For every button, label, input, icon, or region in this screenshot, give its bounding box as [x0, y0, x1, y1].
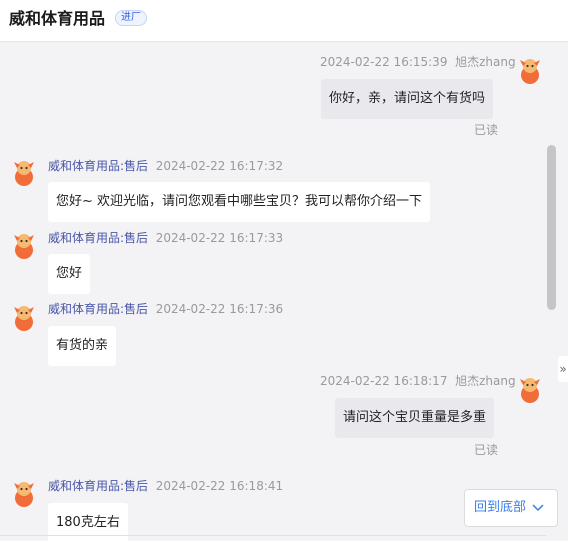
message-bubble[interactable]: 您好 [48, 254, 91, 294]
message-time: 2024-02-22 16:18:17 [320, 374, 448, 388]
message-list[interactable]: 2024-02-22 16:15:39 旭杰zhang 你好，亲，请问这个有货吗… [0, 43, 568, 541]
message-bubble[interactable]: 有货的亲 [48, 326, 117, 366]
user-avatar[interactable] [515, 373, 545, 403]
message-meta: 威和体育用品:售后 2024-02-22 16:17:36 [48, 301, 283, 317]
shop-avatar[interactable] [9, 477, 39, 507]
user-avatar-icon [520, 59, 540, 84]
shop-avatar[interactable] [9, 301, 39, 331]
shop-avatar-icon [14, 161, 34, 186]
double-chevron-right-icon: » [559, 362, 567, 376]
user-avatar-icon [520, 378, 540, 403]
message-sender: 旭杰zhang [455, 55, 516, 69]
shop-avatar-icon [14, 482, 34, 507]
message-sender[interactable]: 威和体育用品:售后 [48, 231, 148, 245]
message-time: 2024-02-22 16:17:33 [155, 231, 284, 245]
chevron-down-icon [532, 504, 544, 512]
collapse-panel-button[interactable]: » [558, 356, 568, 382]
message-meta: 威和体育用品:售后 2024-02-22 16:17:33 [48, 230, 283, 246]
message-time: 2024-02-22 16:17:32 [155, 159, 284, 173]
message-bubble[interactable]: 您好~ 欢迎光临，请问您观看中哪些宝贝？我可以帮你介绍一下 [48, 182, 431, 222]
shop-name[interactable]: 威和体育用品 [9, 8, 105, 30]
message-time: 2024-02-22 16:17:36 [155, 302, 284, 316]
shop-avatar-icon [14, 306, 34, 331]
message-sender[interactable]: 威和体育用品:售后 [48, 302, 148, 316]
shop-avatar[interactable] [9, 156, 39, 186]
message-bubble[interactable]: 请问这个宝贝重量是多重 [335, 398, 495, 438]
read-status: 已读 [474, 123, 499, 137]
message-meta: 2024-02-22 16:15:39 旭杰zhang [320, 54, 516, 70]
chat-header: 威和体育用品 进厂 [0, 0, 568, 42]
shop-avatar[interactable] [9, 229, 39, 259]
message-time: 2024-02-22 16:18:41 [155, 479, 284, 493]
shop-avatar-icon [14, 234, 34, 259]
scrollbar-thumb[interactable] [547, 145, 556, 310]
user-avatar[interactable] [515, 54, 545, 84]
message-sender[interactable]: 威和体育用品:售后 [48, 159, 148, 173]
message-sender: 旭杰zhang [455, 374, 516, 388]
shop-badge[interactable]: 进厂 [115, 10, 147, 26]
scroll-to-bottom-button[interactable]: 回到底部 [464, 489, 558, 527]
message-meta: 2024-02-22 16:18:17 旭杰zhang [320, 373, 516, 389]
divider [0, 535, 546, 536]
message-meta: 威和体育用品:售后 2024-02-22 16:17:32 [48, 158, 283, 174]
message-sender[interactable]: 威和体育用品:售后 [48, 479, 148, 493]
message-time: 2024-02-22 16:15:39 [320, 55, 448, 69]
read-status: 已读 [474, 443, 499, 457]
message-meta: 威和体育用品:售后 2024-02-22 16:18:41 [48, 478, 283, 494]
message-bubble[interactable]: 你好，亲，请问这个有货吗 [321, 79, 494, 119]
scroll-to-bottom-label: 回到底部 [474, 500, 527, 515]
